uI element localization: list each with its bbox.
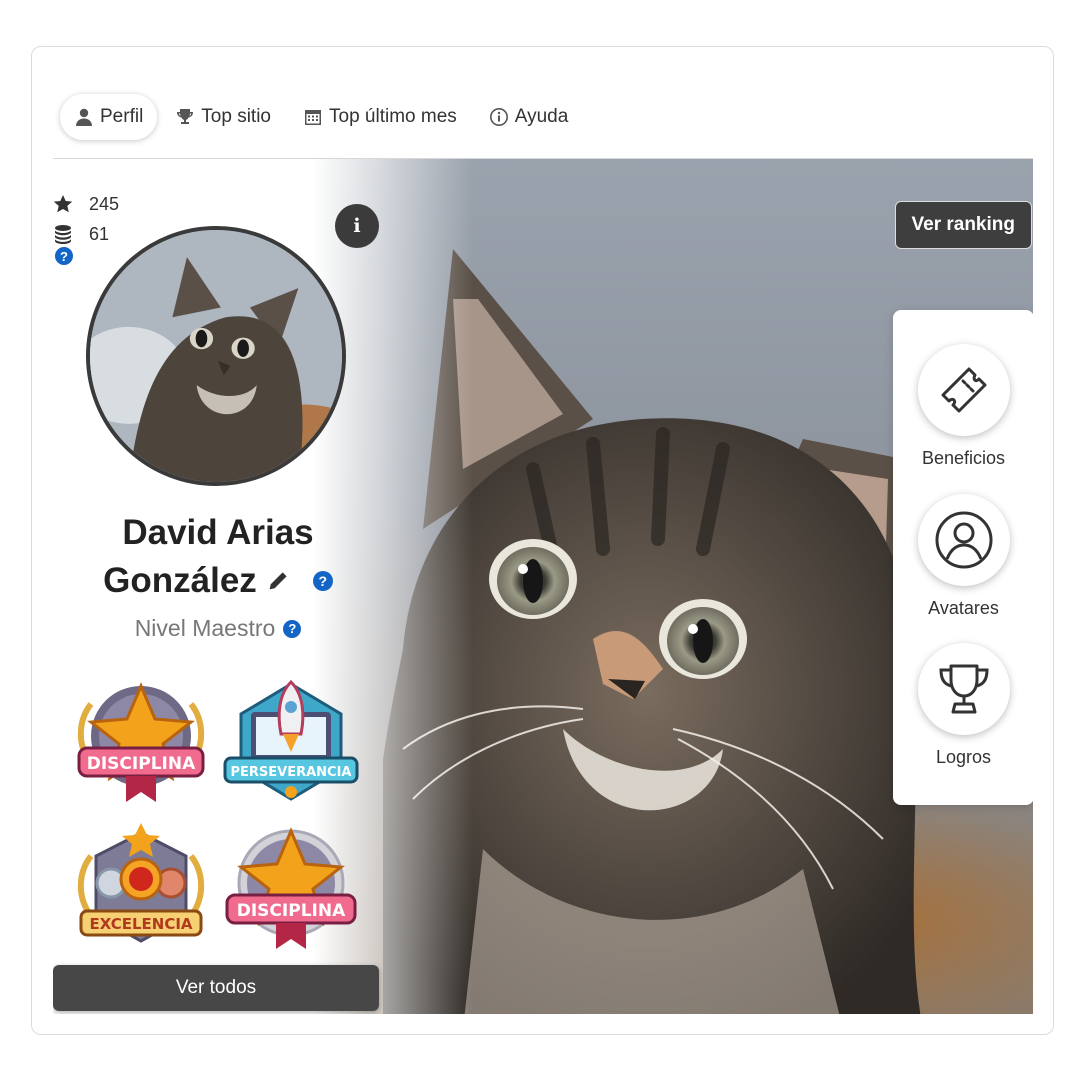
ver-ranking-button[interactable]: Ver ranking bbox=[894, 201, 1032, 249]
side-label: Avatares bbox=[928, 598, 999, 618]
star-icon bbox=[53, 195, 73, 213]
ticket-icon bbox=[941, 367, 986, 413]
badge-label: EXCELENCIA bbox=[89, 915, 192, 933]
name-line-1: David Arias bbox=[122, 513, 314, 552]
side-item-logros[interactable]: Logros bbox=[893, 643, 1033, 768]
badge-disciplina-icon[interactable]: DISCIPLINA bbox=[71, 674, 211, 809]
tab-label: Top último mes bbox=[329, 106, 457, 127]
ver-todos-button[interactable]: Ver todos bbox=[53, 965, 379, 1011]
side-label: Beneficios bbox=[921, 448, 1006, 468]
stat-points: 245 bbox=[53, 189, 119, 219]
info-circle-icon bbox=[489, 108, 508, 126]
kitten-avatar-image bbox=[90, 230, 342, 482]
name-help-icon[interactable]: ? bbox=[312, 571, 333, 591]
side-label: Logros bbox=[935, 747, 992, 767]
side-circle[interactable] bbox=[917, 344, 1010, 436]
calendar-icon bbox=[305, 110, 321, 125]
coins-value: 61 bbox=[89, 223, 110, 244]
badge-label: DISCIPLINA bbox=[237, 901, 346, 921]
badge-perseverancia-icon[interactable]: PERSEVERANCIA bbox=[221, 674, 361, 809]
badge-excelencia-icon[interactable]: EXCELENCIA bbox=[71, 821, 211, 956]
side-item-avatares[interactable]: Avatares bbox=[893, 494, 1033, 619]
badge-grid: DISCIPLINA PERSEVERANCIA EXCELENCIA DISC… bbox=[71, 674, 371, 956]
profile-name: David Arias González ? bbox=[73, 509, 363, 605]
badge-label: DISCIPLINA bbox=[87, 754, 196, 774]
coins-icon bbox=[55, 225, 71, 244]
level-label-row: Nivel Maestro ? bbox=[73, 615, 363, 642]
trophy-icon bbox=[938, 664, 989, 714]
tab-ayuda[interactable]: Ayuda bbox=[475, 94, 583, 140]
pencil-icon[interactable] bbox=[267, 570, 289, 592]
points-value: 245 bbox=[89, 193, 120, 214]
side-circle[interactable] bbox=[917, 643, 1010, 735]
level-help-icon[interactable]: ? bbox=[283, 619, 302, 638]
tab-top-ultimo-mes[interactable]: Top último mes bbox=[289, 94, 471, 140]
avatar-icon bbox=[935, 511, 992, 569]
trophy-icon bbox=[177, 109, 194, 124]
side-circle[interactable] bbox=[917, 494, 1010, 586]
tab-bar: Perfil Top sitio Top último mes Ayuda bbox=[60, 94, 582, 140]
badge-disciplina-icon[interactable]: DISCIPLINA bbox=[221, 821, 361, 956]
name-line-2: González bbox=[103, 561, 257, 600]
stat-coins: 61 bbox=[53, 219, 119, 249]
tab-label: Perfil bbox=[100, 106, 144, 127]
profile-hero: 245 61 ? i David Arias González ? Nivel … bbox=[53, 159, 1033, 1014]
level-label: Nivel Maestro bbox=[134, 615, 276, 641]
stats-help-icon[interactable]: ? bbox=[55, 247, 73, 265]
stats: 245 61 bbox=[53, 189, 119, 249]
name-line-2-row: González ? bbox=[103, 557, 333, 605]
user-icon bbox=[76, 108, 92, 126]
tab-label: Ayuda bbox=[514, 106, 569, 127]
badge-label: PERSEVERANCIA bbox=[231, 765, 352, 780]
info-button[interactable]: i bbox=[335, 204, 379, 248]
tab-top-sitio[interactable]: Top sitio bbox=[161, 94, 285, 140]
tab-perfil[interactable]: Perfil bbox=[60, 94, 158, 140]
avatar[interactable] bbox=[86, 226, 346, 486]
side-panel: Beneficios Avatares Logros bbox=[893, 310, 1033, 805]
side-item-beneficios[interactable]: Beneficios bbox=[893, 344, 1033, 469]
tab-label: Top sitio bbox=[201, 106, 271, 127]
